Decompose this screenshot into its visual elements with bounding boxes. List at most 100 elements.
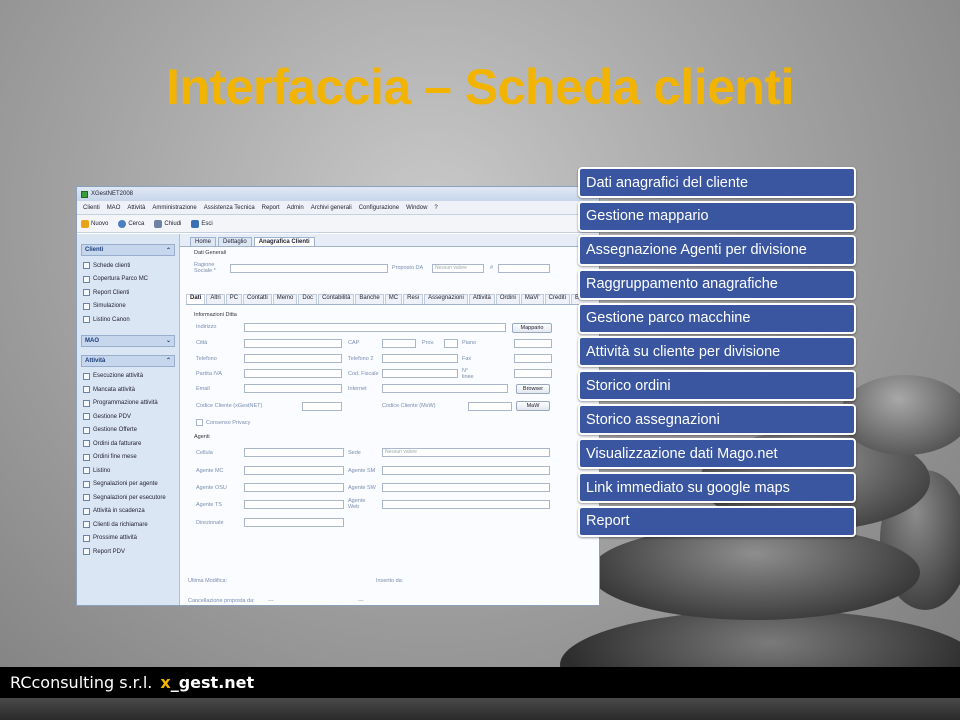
sidebar-item[interactable]: Prossime attività [81,532,175,546]
citta-field[interactable] [244,339,342,348]
subtab[interactable]: Banche [355,294,384,304]
browser-button[interactable]: Browser [516,384,550,394]
sidebar-item[interactable]: Listino [81,464,175,478]
field-label: Codice Cliente (xGestNET) [196,403,263,409]
mappario-button[interactable]: Mappario [512,323,552,333]
sidebar-item[interactable]: Segnalazioni per agente [81,478,175,492]
consenso-checkbox[interactable] [196,419,203,426]
codice-fiscale-field[interactable] [382,369,458,378]
email-field[interactable] [244,384,342,393]
telefono2-field[interactable] [382,354,458,363]
cap-select[interactable] [382,339,416,348]
subtab[interactable]: Ordini [495,294,520,304]
agente-web-select[interactable] [382,500,550,509]
maw-button[interactable]: MaW [516,401,550,411]
piano-field[interactable] [514,339,552,348]
internet-field[interactable] [382,384,508,393]
sidebar-item-label: Attività in scadenza [93,508,145,515]
tab-home[interactable]: Home [190,237,217,246]
agente-sw-select[interactable] [382,483,550,492]
menu-item[interactable]: Attività [127,205,145,211]
field-label: Prov. [422,340,435,346]
ragione-sociale-field[interactable] [230,264,388,273]
subtab[interactable]: Resi [403,294,424,304]
subtab[interactable]: Crediti [544,294,570,304]
sidebar-section-mao[interactable]: MAO ⌄ [81,334,175,347]
sidebar-item[interactable]: Listino Canon [81,313,175,327]
sidebar-item[interactable]: Simulazione [81,300,175,314]
app-sidebar: Clienti ⌃ Schede clienti Copertura Parco … [77,234,180,605]
telefono-field[interactable] [244,354,342,363]
tab-dettaglio[interactable]: Dettaglio [218,237,252,246]
close-button[interactable]: Chiudi [154,219,181,228]
subtab[interactable]: Altri [206,294,225,304]
indirizzo-field[interactable] [244,323,506,332]
exit-button[interactable]: Esci [191,219,213,228]
menu-item[interactable]: Assistenza Tecnica [204,205,255,211]
menu-item[interactable]: Report [262,205,280,211]
menu-item[interactable]: Clienti [83,205,100,211]
sidebar-item[interactable]: Copertura Parco MC [81,273,175,287]
agente-osu-select[interactable] [244,483,344,492]
agente-sm-select[interactable] [382,466,550,475]
menu-item[interactable]: Admin [287,205,304,211]
maw-label: MaW [526,403,540,409]
sidebar-item[interactable]: Gestione PDV [81,410,175,424]
sidebar-section-attivita[interactable]: Attività ⌃ [81,354,175,367]
search-button[interactable]: Cerca [118,219,144,228]
item-icon [83,480,90,488]
sidebar-item[interactable]: Report PDV [81,545,175,559]
sidebar-item[interactable]: Mancata attività [81,383,175,397]
sidebar-item[interactable]: Gestione Offerte [81,424,175,438]
menu-item[interactable]: Window [406,205,427,211]
nlinee-field[interactable] [514,369,552,378]
sidebar-item[interactable]: Ordini fine mese [81,451,175,465]
cellula-select[interactable] [244,448,344,457]
agente-mc-select[interactable] [244,466,344,475]
subtab[interactable]: Doc [298,294,318,304]
menu-item[interactable]: MAO [107,205,121,211]
fax-field[interactable] [514,354,552,363]
sidebar-item-label: Report PDV [93,548,126,555]
menu-item[interactable]: Archivi generali [311,205,352,211]
subtab[interactable]: PC [225,294,243,304]
sidebar-section-clienti[interactable]: Clienti ⌃ [81,244,175,256]
sidebar-item[interactable]: Schede clienti [81,259,175,273]
menu-item[interactable]: ? [434,205,437,211]
menu-item[interactable]: Amministrazione [152,205,196,211]
sede-select[interactable]: Nessun valore [382,448,550,457]
sidebar-item[interactable]: Segnalazioni per esecutore [81,491,175,505]
footer-bar: RCconsulting s.r.l. x_gest.net [0,667,960,698]
sidebar-item-label: Prossime attività [93,535,138,542]
proposto-da-select[interactable]: Nessun valore [432,264,484,273]
item-icon [83,372,90,380]
sidebar-item[interactable]: Report Clienti [81,286,175,300]
subtab[interactable]: Contabilità [318,294,355,304]
collapse-icon: ⌃ [165,358,171,364]
subtab[interactable]: MaVi' [520,294,544,304]
codice-cliente-field[interactable] [302,402,342,411]
sidebar-item[interactable]: Clienti da richiamare [81,518,175,532]
item-icon [83,521,90,529]
subtab[interactable]: Dati [186,294,206,304]
subtab[interactable]: Memo [272,294,298,304]
mappario-label: Mappario [520,325,544,331]
tab-anagrafica-clienti[interactable]: Anagrafica Clienti [253,237,315,246]
prov-field[interactable] [444,339,458,348]
codice-mxw-field[interactable] [468,402,512,411]
subtab[interactable]: Attività [468,294,495,304]
sidebar-item[interactable]: Attività in scadenza [81,505,175,519]
sidebar-item[interactable]: Programmazione attività [81,397,175,411]
sidebar-item[interactable]: Ordini da fatturare [81,437,175,451]
new-button[interactable]: Nuovo [81,219,108,228]
subtab[interactable]: Assegnazioni [424,294,468,304]
agente-ts-select[interactable] [244,500,344,509]
item-icon [83,275,90,283]
direzionale-select[interactable] [244,518,344,527]
partita-iva-field[interactable] [244,369,342,378]
subtab[interactable]: Contatti [243,294,272,304]
menu-item[interactable]: Configurazione [359,205,399,211]
subtab[interactable]: MC [384,294,403,304]
sidebar-item[interactable]: Esecuzione attività [81,370,175,384]
hash-select[interactable] [498,264,550,273]
